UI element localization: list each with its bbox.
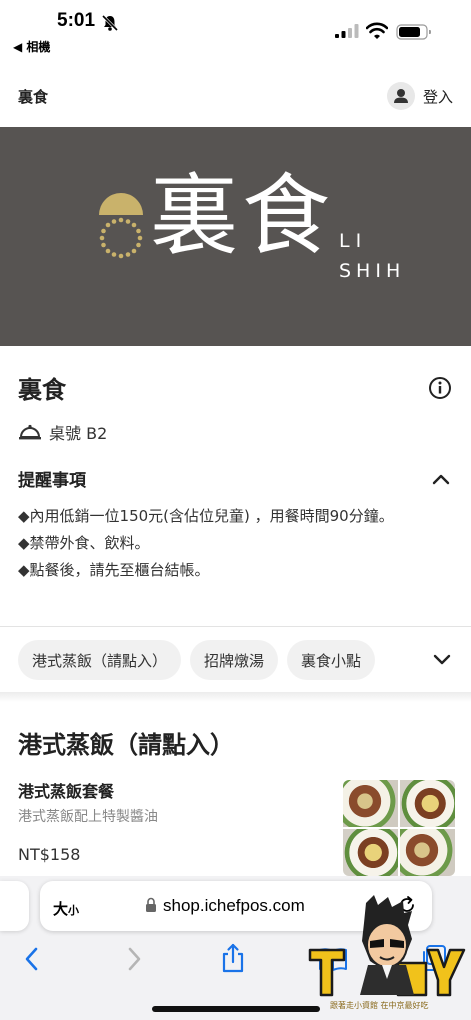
category-tabs: 港式蒸飯（請點入） 招牌燉湯 裏食小點 [18, 640, 376, 680]
table-number: 桌號 B2 [18, 420, 107, 444]
back-to-app-link[interactable]: ◀ 相機 [13, 38, 50, 55]
menu-item-description: 港式蒸飯配上特製醬油 [18, 809, 158, 825]
header-store-name[interactable]: 裏食 [18, 86, 48, 107]
photo-cell [400, 780, 455, 827]
photo-cell [343, 829, 398, 876]
forward-arrow-icon[interactable] [124, 946, 144, 972]
logo-mark-icon [99, 193, 143, 259]
previous-tab-peek[interactable] [0, 881, 29, 931]
notice-line: ◆內用低銷一位150元(含佔位兒童) ，用餐時間90分鐘。 [18, 507, 394, 525]
notice-line: ◆點餐後，請先至櫃台結帳。 [18, 561, 210, 579]
bell-off-icon [101, 14, 119, 32]
menu-item-photo[interactable] [343, 780, 455, 876]
notice-title[interactable]: 提醒事項 [18, 466, 86, 491]
wifi-icon [366, 22, 388, 39]
home-indicator [152, 1006, 320, 1012]
watermark-text: 跟著走小資館 在中京最好吃 [330, 1001, 429, 1010]
tabs-shadow [0, 692, 471, 702]
photo-cell [343, 780, 398, 827]
status-time: 5:01 [57, 10, 96, 31]
menu-item-name[interactable]: 港式蒸飯套餐 [18, 778, 114, 802]
cellular-signal-icon [335, 24, 359, 38]
banner-logo-en-line2: SHIH [339, 260, 406, 282]
section-title: 港式蒸飯（請點入） [18, 731, 234, 759]
tab-category[interactable]: 招牌燉湯 [190, 640, 279, 680]
back-arrow-icon[interactable] [22, 946, 42, 972]
text-size-small: 小 [68, 904, 80, 917]
url-text[interactable]: shop.ichefpos.com [163, 896, 305, 916]
share-icon[interactable] [220, 943, 246, 973]
chevron-down-icon[interactable] [432, 652, 452, 668]
chevron-up-icon[interactable] [432, 472, 450, 486]
tab-category[interactable]: 港式蒸飯（請點入） [18, 640, 182, 680]
photo-cell [400, 829, 455, 876]
lock-icon [146, 897, 156, 912]
tab-category[interactable]: 裏食小點 [287, 640, 376, 680]
login-button[interactable]: 登入 [387, 80, 453, 112]
text-size-button[interactable]: 大小 [53, 898, 79, 919]
login-label: 登入 [423, 87, 454, 106]
menu-item-price: NT$158 [18, 845, 81, 864]
banner-logo-en-line1: LI [339, 230, 368, 252]
store-title: 裏食 [18, 376, 66, 404]
cloche-icon [19, 424, 41, 440]
text-size-big: 大 [53, 900, 69, 918]
notice-line: ◆禁帶外食、飲料。 [18, 534, 150, 552]
table-label: 桌號 B2 [49, 424, 108, 443]
notice-body: ◆內用低銷一位150元(含佔位兒童) ，用餐時間90分鐘。 ◆禁帶外食、飲料。 … [18, 503, 438, 584]
info-icon[interactable] [428, 376, 452, 400]
banner-logo-text: 裏食 [150, 164, 335, 267]
battery-icon [396, 24, 431, 40]
divider [0, 626, 471, 627]
user-icon [394, 89, 408, 103]
avatar [387, 82, 415, 110]
